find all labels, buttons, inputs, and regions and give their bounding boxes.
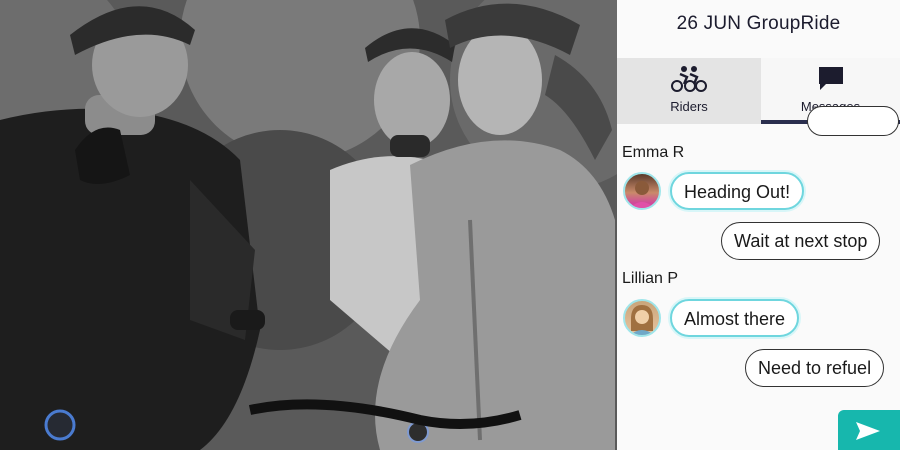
group-ride-app: 26 JUN GroupRide Riders Mess xyxy=(617,0,900,450)
send-arrow-icon xyxy=(854,420,882,447)
tab-riders[interactable]: Riders xyxy=(617,58,761,124)
chat-bubble-icon xyxy=(816,64,846,99)
previous-message-bubble xyxy=(807,106,899,136)
avatar[interactable] xyxy=(623,299,661,337)
avatar[interactable] xyxy=(623,172,661,210)
cyclists-illustration xyxy=(0,0,617,450)
cyclists-photo xyxy=(0,0,617,450)
send-button[interactable] xyxy=(838,410,900,450)
message-bubble-outgoing[interactable]: Need to refuel xyxy=(745,349,885,387)
message-bubble-outgoing[interactable]: Wait at next stop xyxy=(721,222,881,260)
message-bubble-incoming[interactable]: Heading Out! xyxy=(670,172,805,210)
page-title: 26 JUN GroupRide xyxy=(676,13,841,34)
message-list[interactable]: Emma R Heading Out! Wait at next stop Li… xyxy=(617,106,900,450)
tab-riders-label: Riders xyxy=(670,99,708,114)
message-bubble-incoming[interactable]: Almost there xyxy=(670,299,800,337)
cyclists-icon xyxy=(670,64,708,99)
sender-name: Emma R xyxy=(622,144,685,161)
sender-name: Lillian P xyxy=(622,270,679,287)
